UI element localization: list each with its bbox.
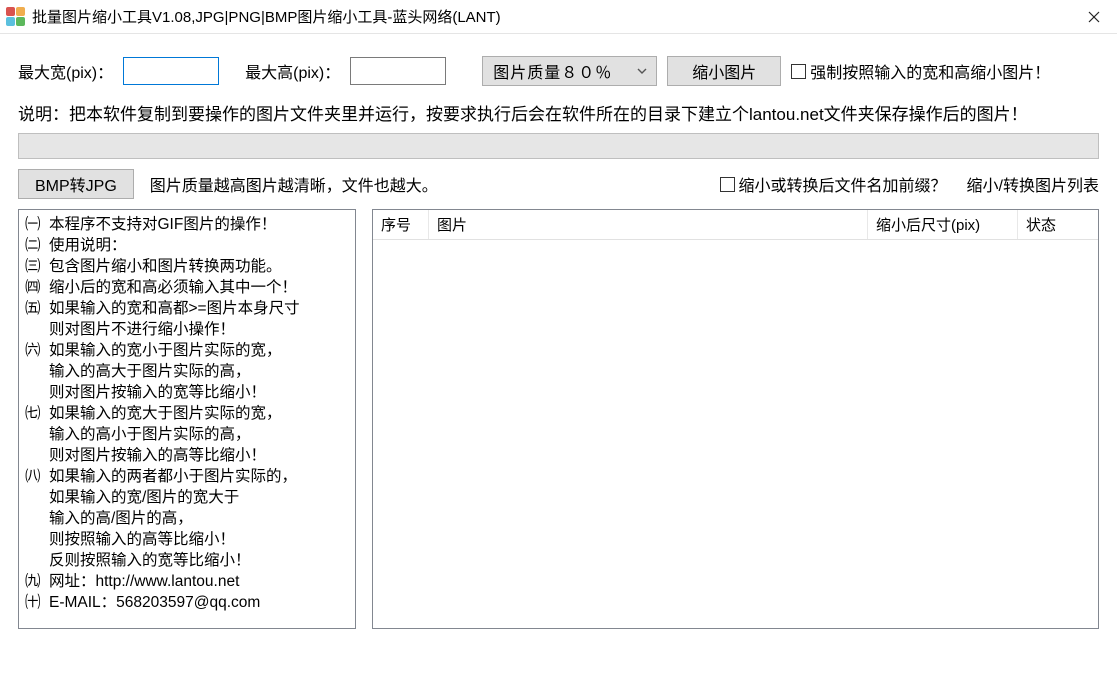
secondary-row: BMP转JPG 图片质量越高图片越清晰，文件也越大。 缩小或转换后文件名加前缀？…	[18, 169, 1099, 199]
prefix-checkbox[interactable]: 缩小或转换后文件名加前缀？	[720, 172, 947, 196]
chevron-down-icon	[636, 65, 648, 77]
help-text-cont: 则对图片按输入的宽等比缩小！	[25, 382, 349, 403]
col-size[interactable]: 缩小后尺寸(pix)	[868, 210, 1018, 239]
help-line: ㈨网址：http://www.lantou.net	[25, 571, 349, 592]
help-line: ㈤如果输入的宽和高都>=图片本身尺寸	[25, 298, 349, 319]
max-width-label: 最大宽(pix)：	[18, 59, 113, 83]
max-height-input[interactable]	[350, 57, 446, 85]
window-title: 批量图片缩小工具V1.08,JPG|PNG|BMP图片缩小工具-蓝头网络(LAN…	[32, 6, 501, 27]
bmp-to-jpg-button[interactable]: BMP转JPG	[18, 169, 134, 199]
checkbox-icon	[720, 177, 735, 192]
help-line: ㈡使用说明：	[25, 235, 349, 256]
help-text: 本程序不支持对GIF图片的操作！	[49, 214, 349, 235]
help-line: ㈣缩小后的宽和高必须输入其中一个！	[25, 277, 349, 298]
help-bullet: ㈥	[25, 340, 49, 361]
bmp-to-jpg-button-label: BMP转JPG	[35, 172, 117, 196]
grid-header: 序号 图片 缩小后尺寸(pix) 状态	[373, 210, 1098, 240]
col-index[interactable]: 序号	[373, 210, 429, 239]
help-line: ㈧如果输入的两者都小于图片实际的，	[25, 466, 349, 487]
checkbox-icon	[791, 64, 806, 79]
close-icon	[1088, 11, 1100, 23]
panels: ㈠本程序不支持对GIF图片的操作！㈡使用说明：㈢包含图片缩小和图片转换两功能。㈣…	[18, 209, 1099, 629]
app-icon	[6, 7, 26, 27]
help-text: E-MAIL：568203597@qq.com	[49, 592, 349, 613]
help-text-cont: 反则按照输入的宽等比缩小！	[25, 550, 349, 571]
shrink-button-label: 缩小图片	[692, 59, 756, 83]
help-bullet: ㈨	[25, 571, 49, 592]
help-line: ㈥如果输入的宽小于图片实际的宽，	[25, 340, 349, 361]
help-line: ㈢包含图片缩小和图片转换两功能。	[25, 256, 349, 277]
close-button[interactable]	[1071, 0, 1117, 34]
help-line: ㈦如果输入的宽大于图片实际的宽，	[25, 403, 349, 424]
help-text-cont: 输入的高小于图片实际的高，	[25, 424, 349, 445]
result-grid[interactable]: 序号 图片 缩小后尺寸(pix) 状态	[372, 209, 1099, 629]
help-bullet: ㈣	[25, 277, 49, 298]
help-text-cont: 输入的高/图片的高，	[25, 508, 349, 529]
help-bullet: ㈩	[25, 592, 49, 613]
help-bullet: ㈢	[25, 256, 49, 277]
quality-combo-label: 图片质量８０％	[493, 59, 612, 83]
help-bullet: ㈦	[25, 403, 49, 424]
help-text-cont: 则对图片按输入的高等比缩小！	[25, 445, 349, 466]
help-bullet: ㈡	[25, 235, 49, 256]
titlebar: 批量图片缩小工具V1.08,JPG|PNG|BMP图片缩小工具-蓝头网络(LAN…	[0, 0, 1117, 34]
help-text: 包含图片缩小和图片转换两功能。	[49, 256, 349, 277]
help-panel: ㈠本程序不支持对GIF图片的操作！㈡使用说明：㈢包含图片缩小和图片转换两功能。㈣…	[18, 209, 356, 629]
help-text: 如果输入的宽小于图片实际的宽，	[49, 340, 349, 361]
help-text: 缩小后的宽和高必须输入其中一个！	[49, 277, 349, 298]
controls-row: 最大宽(pix)： 最大高(pix)： 图片质量８０％ 缩小图片 强制按照输入的…	[18, 56, 1099, 86]
help-text: 如果输入的宽和高都>=图片本身尺寸	[49, 298, 349, 319]
description-text: 说明：把本软件复制到要操作的图片文件夹里并运行，按要求执行后会在软件所在的目录下…	[18, 100, 1099, 125]
help-text-cont: 则对图片不进行缩小操作！	[25, 319, 349, 340]
help-text: 如果输入的宽大于图片实际的宽，	[49, 403, 349, 424]
help-text-cont: 输入的高大于图片实际的高，	[25, 361, 349, 382]
quality-hint: 图片质量越高图片越清晰，文件也越大。	[150, 172, 438, 196]
force-size-checkbox-label: 强制按照输入的宽和高缩小图片！	[810, 59, 1050, 83]
list-caption: 缩小/转换图片列表	[967, 172, 1099, 196]
help-text: 使用说明：	[49, 235, 349, 256]
help-text: 如果输入的两者都小于图片实际的，	[49, 466, 349, 487]
col-image[interactable]: 图片	[429, 210, 868, 239]
help-bullet: ㈧	[25, 466, 49, 487]
help-line: ㈩E-MAIL：568203597@qq.com	[25, 592, 349, 613]
prefix-checkbox-label: 缩小或转换后文件名加前缀？	[739, 172, 947, 196]
help-text-cont: 如果输入的宽/图片的宽大于	[25, 487, 349, 508]
help-bullet: ㈠	[25, 214, 49, 235]
force-size-checkbox[interactable]: 强制按照输入的宽和高缩小图片！	[791, 59, 1050, 83]
max-width-input[interactable]	[123, 57, 219, 85]
shrink-button[interactable]: 缩小图片	[667, 56, 781, 86]
help-line: ㈠本程序不支持对GIF图片的操作！	[25, 214, 349, 235]
col-status[interactable]: 状态	[1018, 210, 1098, 239]
help-text: 网址：http://www.lantou.net	[49, 571, 349, 592]
help-bullet: ㈤	[25, 298, 49, 319]
quality-combo[interactable]: 图片质量８０％	[482, 56, 657, 86]
help-text-cont: 则按照输入的高等比缩小！	[25, 529, 349, 550]
max-height-label: 最大高(pix)：	[245, 59, 340, 83]
progress-bar	[18, 133, 1099, 159]
